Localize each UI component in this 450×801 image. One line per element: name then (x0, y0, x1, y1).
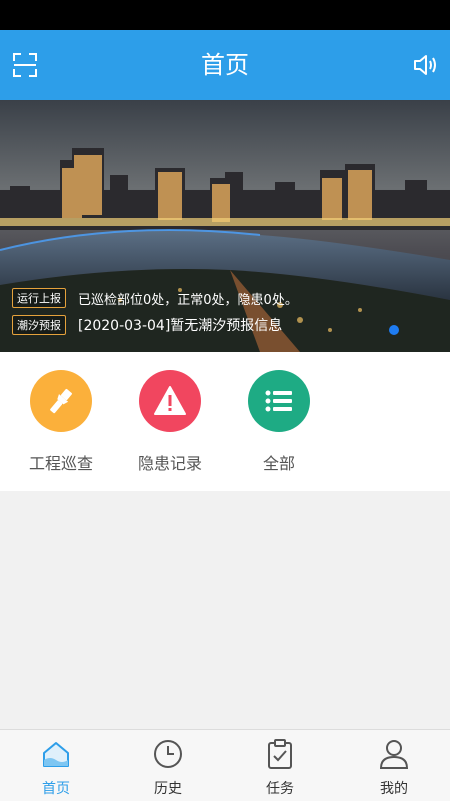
app-bar: 首页 (0, 30, 450, 100)
shortcut-circle (248, 370, 310, 432)
shortcut-label: 全部 (262, 454, 295, 473)
tab-profile[interactable]: 我的 (354, 738, 434, 798)
tab-label: 任务 (266, 781, 294, 797)
tab-home[interactable]: 首页 (16, 738, 96, 798)
shortcut-hazard-records[interactable]: 隐患记录 (115, 370, 225, 474)
flashlight-icon (50, 388, 73, 414)
warning-icon (154, 386, 186, 415)
clock-icon (154, 740, 182, 768)
status-bar (0, 0, 450, 30)
inspection-summary-text: 已巡检部位0处，正常0处，隐患0处。 (78, 292, 298, 308)
tab-label: 我的 (380, 781, 408, 797)
tab-tasks[interactable]: 任务 (240, 738, 320, 798)
list-icon (265, 390, 292, 412)
carousel-indicator-dot[interactable] (389, 325, 399, 335)
shortcut-label: 工程巡查 (28, 454, 93, 473)
tab-label: 历史 (154, 781, 182, 797)
shortcut-label: 隐患记录 (137, 454, 202, 473)
tide-row[interactable]: 潮汐预报 [2020-03-04]暂无潮汐预报信息 (12, 315, 282, 335)
clipboard-check-icon (268, 739, 292, 769)
banner-carousel[interactable]: 运行上报 已巡检部位0处，正常0处，隐患0处。 潮汐预报 [2020-03-04… (0, 100, 450, 352)
tab-label: 首页 (42, 781, 70, 797)
report-tag: 运行上报 (12, 288, 66, 308)
speaker-icon[interactable] (412, 52, 438, 78)
bottom-tab-bar: 首页 历史 任务 我的 (0, 729, 450, 801)
tab-history[interactable]: 历史 (128, 738, 208, 798)
shortcut-grid: 工程巡查 隐患记录 全部 (0, 352, 450, 491)
shortcut-circle (139, 370, 201, 432)
shortcut-inspection[interactable]: 工程巡查 (6, 370, 116, 474)
ticker-row: 运行上报 已巡检部位0处，正常0处，隐患0处。 (12, 288, 298, 308)
user-icon (379, 740, 409, 769)
tide-forecast-text: [2020-03-04]暂无潮汐预报信息 (78, 318, 283, 334)
shortcut-all[interactable]: 全部 (224, 370, 334, 474)
page-title: 首页 (201, 51, 249, 79)
home-icon (43, 742, 69, 767)
tide-tag: 潮汐预报 (12, 315, 66, 335)
shortcut-circle (30, 370, 92, 432)
